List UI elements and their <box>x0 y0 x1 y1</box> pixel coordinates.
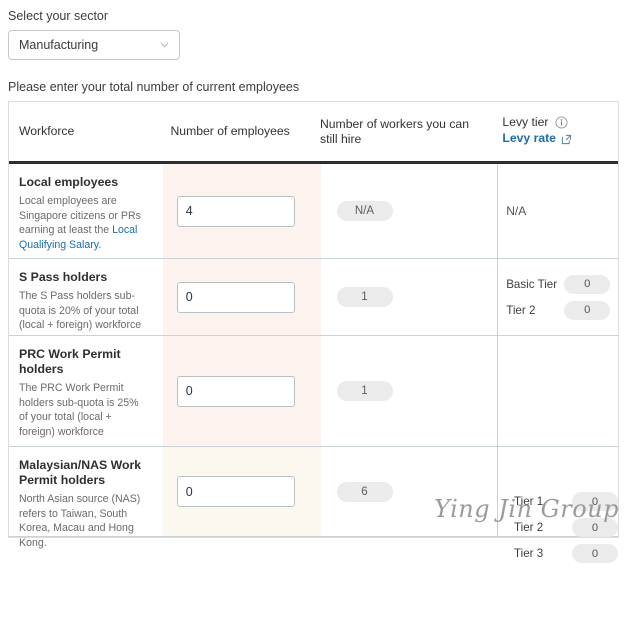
levy-tier-value: 0 <box>572 518 618 537</box>
workforce-title: PRC Work Permit holders <box>19 347 121 376</box>
still-hire-cell: 1 <box>321 259 498 335</box>
still-hire-pill: N/A <box>336 201 393 221</box>
workforce-description: The S Pass holders sub-quota is 20% of y… <box>19 290 142 331</box>
workforce-description: Local employees are Singapore citizens o… <box>19 194 149 252</box>
levy-tier-value: 0 <box>572 492 618 511</box>
employees-input-prc[interactable] <box>176 375 295 407</box>
workforce-title: S Pass holders <box>19 270 108 284</box>
still-hire-pill: 1 <box>336 381 393 401</box>
levy-value: N/A <box>506 204 527 218</box>
levy-tier-row: Tier 2 0 <box>514 518 620 537</box>
header-levy-rate[interactable]: Levy rate <box>502 130 618 147</box>
still-hire-cell: 1 <box>321 336 498 446</box>
chevron-down-icon <box>160 42 169 48</box>
workforce-cell: S Pass holders The S Pass holders sub-qu… <box>9 259 163 335</box>
still-hire-pill: 6 <box>336 481 393 502</box>
table-row: Local employees Local employees are Sing… <box>9 164 618 259</box>
sector-selector-block: Select your sector Manufacturing <box>0 0 627 60</box>
header-levy: Levy tier Levy rate <box>496 102 618 161</box>
levy-tier-name: Tier 2 <box>514 521 544 534</box>
header-levy-tier-label: Levy tier <box>502 115 549 129</box>
workforce-cell: Malaysian/NAS Work Permit holders North … <box>9 447 163 549</box>
levy-tier-row: Tier 1 0 <box>514 492 620 511</box>
levy-cell: N/A <box>497 164 618 258</box>
levy-tier-name: Tier 3 <box>514 547 544 560</box>
levy-cell: Basic Tier 0 Tier 2 0 <box>497 259 618 335</box>
external-link-icon[interactable] <box>561 133 572 145</box>
employees-input-cell <box>163 164 321 258</box>
still-hire-pill: 1 <box>336 287 393 307</box>
levy-cell <box>497 336 618 446</box>
employees-input-cell <box>163 447 321 536</box>
sector-label: Select your sector <box>8 9 109 23</box>
table-row: PRC Work Permit holders The PRC Work Per… <box>9 336 618 447</box>
levy-table: Workforce Number of employees Number of … <box>8 101 620 563</box>
levy-rate-link[interactable]: Levy rate <box>502 130 556 147</box>
sector-select[interactable]: Manufacturing <box>8 30 180 60</box>
still-hire-cell: 6 <box>321 447 498 536</box>
levy-tier-list: Basic Tier 0 Tier 2 0 <box>506 268 618 327</box>
sector-selected-value: Manufacturing <box>19 38 99 52</box>
still-hire-cell: N/A <box>321 164 498 258</box>
workforce-description: The PRC Work Permit holders sub-quota is… <box>19 382 139 438</box>
levy-tier-row: Tier 3 0 <box>514 544 620 563</box>
levy-tier-name: Tier 2 <box>506 303 536 317</box>
workforce-desc-part2: . <box>98 238 102 251</box>
workforce-cell: Local employees Local employees are Sing… <box>9 164 163 258</box>
employees-input-cell <box>163 259 321 335</box>
header-number-of-employees: Number of employees <box>170 124 290 138</box>
workforce-title: Local employees <box>19 175 119 189</box>
levy-tier-value: 0 <box>564 300 611 320</box>
workforce-title: Malaysian/NAS Work Permit holders <box>19 458 142 487</box>
employees-input-malaysian-nas[interactable] <box>176 476 295 507</box>
header-workforce: Workforce <box>19 124 75 138</box>
info-circle-icon[interactable] <box>555 115 569 129</box>
employees-input-cell <box>163 336 321 446</box>
workforce-cell: PRC Work Permit holders The PRC Work Per… <box>9 336 163 446</box>
levy-tier-name: Tier 1 <box>514 495 544 508</box>
levy-tier-value: 0 <box>564 274 611 294</box>
employees-input-spass[interactable] <box>176 281 295 313</box>
levy-tier-row: Tier 2 0 <box>506 300 618 320</box>
table-row: S Pass holders The S Pass holders sub-qu… <box>9 259 618 336</box>
header-levy-tier: Levy tier <box>502 114 618 130</box>
table-intro-text: Please enter your total number of curren… <box>8 80 300 94</box>
levy-tier-name: Basic Tier <box>506 277 558 291</box>
levy-tier-row: Basic Tier 0 <box>506 274 618 294</box>
employees-input-local[interactable] <box>176 195 295 227</box>
levy-tier-value: 0 <box>572 544 618 563</box>
table-header-row: Workforce Number of employees Number of … <box>9 102 618 164</box>
workforce-description: North Asian source (NAS) refers to Taiwa… <box>19 493 141 549</box>
header-workers-you-can-still-hire: Number of workers you can still hire <box>319 116 469 146</box>
